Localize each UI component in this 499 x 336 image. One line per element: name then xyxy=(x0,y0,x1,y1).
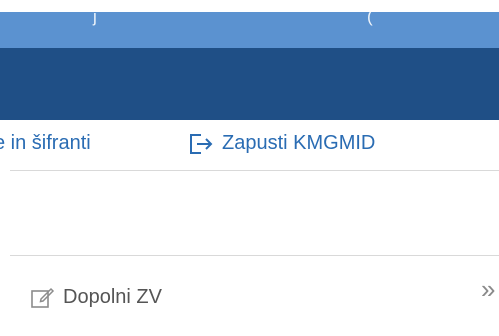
exit-kmgmid-link[interactable]: Zapusti KMGMID xyxy=(188,132,375,155)
edit-icon xyxy=(30,284,56,310)
navigation-band xyxy=(0,48,499,120)
menu-item-sifranti[interactable]: e in šifranti xyxy=(0,132,91,155)
menu-row: e in šifranti Zapusti KMGMID xyxy=(0,120,499,170)
app-window: j ( e in šifranti Zapusti KMGMID Dopolni… xyxy=(0,0,499,336)
sign-out-icon xyxy=(188,133,214,155)
dopolni-zv-label: Dopolni ZV xyxy=(63,285,162,308)
title-fragment-left: j xyxy=(93,12,97,26)
top-strip xyxy=(0,0,499,12)
title-bar: j ( xyxy=(0,12,499,48)
divider-top xyxy=(10,170,499,171)
action-row: Dopolni ZV » xyxy=(0,256,499,336)
double-chevron-right-icon[interactable]: » xyxy=(481,276,495,302)
dopolni-zv-button[interactable]: Dopolni ZV xyxy=(30,284,162,310)
exit-kmgmid-label: Zapusti KMGMID xyxy=(222,132,376,154)
title-fragment-right: ( xyxy=(367,12,373,26)
